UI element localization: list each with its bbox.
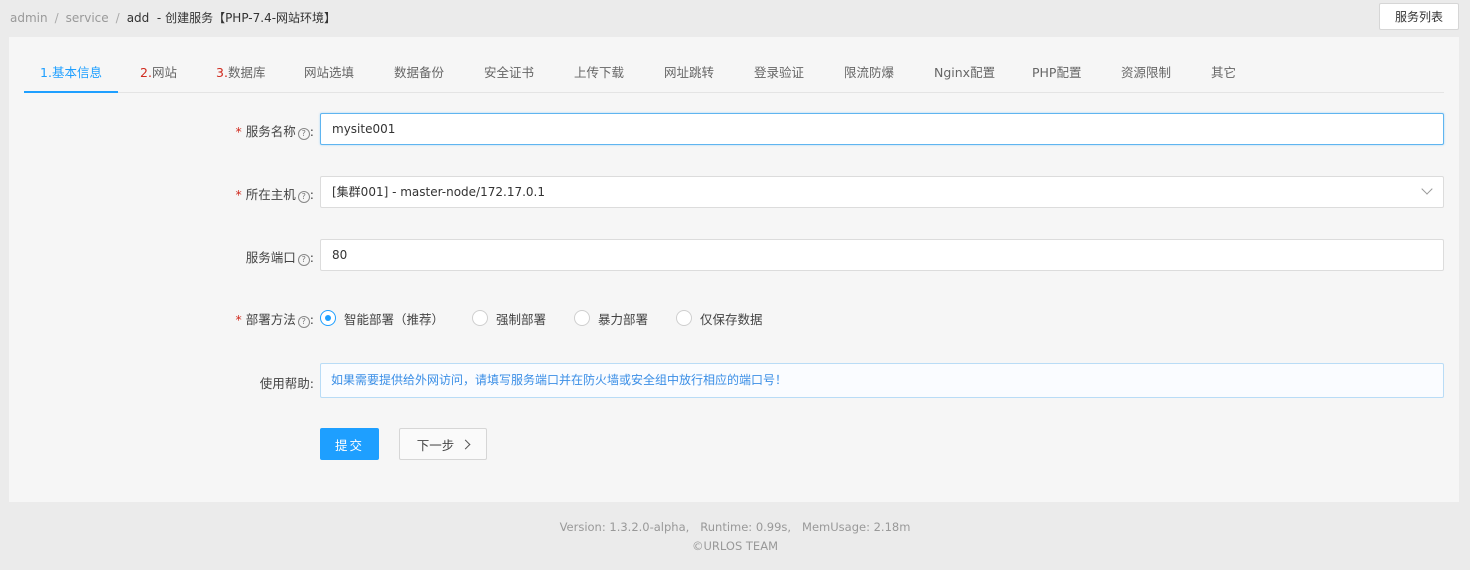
radio-smart-deploy[interactable]: 智能部署（推荐） xyxy=(320,309,444,328)
chevron-right-icon xyxy=(460,439,471,449)
question-icon[interactable]: ? xyxy=(297,128,310,140)
tab-website[interactable]: 2.网站 xyxy=(140,56,177,93)
tab-ssl-certificate[interactable]: 安全证书 xyxy=(484,56,534,93)
breadcrumb-admin[interactable]: admin xyxy=(10,11,48,25)
tab-rate-limit[interactable]: 限流防爆 xyxy=(844,56,894,93)
question-icon[interactable]: ? xyxy=(297,254,310,266)
required-mark: * xyxy=(235,187,242,202)
page-title: - 创建服务【PHP-7.4-网站环境】 xyxy=(156,11,337,25)
radio-checked-icon xyxy=(320,310,336,326)
port-input[interactable]: 80 xyxy=(320,239,1444,271)
footer: Version: 1.3.2.0-alpha, Runtime: 0.99s, … xyxy=(0,518,1470,556)
tab-url-redirect[interactable]: 网址跳转 xyxy=(664,56,714,93)
tab-php-config[interactable]: PHP配置 xyxy=(1032,56,1081,93)
service-list-button[interactable]: 服务列表 xyxy=(1379,3,1459,30)
label-text: 所在主机 xyxy=(245,187,296,202)
top-bar: admin / service / add - 创建服务【PHP-7.4-网站环境】 服… xyxy=(0,0,1470,32)
next-step-button[interactable]: 下一步 xyxy=(399,428,487,460)
radio-label: 强制部署 xyxy=(496,311,547,327)
help-notice: 如果需要提供给外网访问，请填写服务端口并在防火墙或安全组中放行相应的端口号！ xyxy=(320,363,1444,398)
main-panel: 1.基本信息 2.网站 3.数据库 网站选填 数据备份 安全证书 上传下载 网址… xyxy=(9,37,1459,502)
label-text: 服务名称 xyxy=(245,124,296,139)
breadcrumb-current: add xyxy=(126,11,150,25)
tab-database[interactable]: 3.数据库 xyxy=(216,56,265,93)
radio-unchecked-icon xyxy=(472,310,489,326)
question-icon[interactable]: ? xyxy=(297,316,310,328)
tab-basic-info[interactable]: 1.基本信息 xyxy=(24,56,118,93)
tab-login-auth[interactable]: 登录验证 xyxy=(754,56,804,93)
label-text: 部署方法 xyxy=(245,312,296,327)
help-label: 使用帮助: xyxy=(259,376,314,391)
footer-version-info: Version: 1.3.2.0-alpha, Runtime: 0.99s, … xyxy=(559,520,911,534)
breadcrumb: admin / service / add - 创建服务【PHP-7.4-网站环境】 xyxy=(10,9,336,26)
host-select-value: [集群001] - master-node/172.17.0.1 xyxy=(332,185,545,199)
radio-brute-deploy[interactable]: 暴力部署 xyxy=(574,309,648,328)
host-label: * 所在主机?: xyxy=(235,187,314,203)
label-text: 使用帮助 xyxy=(259,376,310,391)
port-label: 服务端口?: xyxy=(245,250,314,266)
label-text: 服务端口 xyxy=(245,250,296,265)
radio-label: 暴力部署 xyxy=(598,311,649,327)
tab-website-optional[interactable]: 网站选填 xyxy=(304,56,354,93)
question-icon[interactable]: ? xyxy=(297,191,310,203)
radio-unchecked-icon xyxy=(676,310,693,326)
required-mark: * xyxy=(235,124,242,139)
tab-label: 数据库 xyxy=(227,65,266,80)
tab-number: 2. xyxy=(140,65,152,80)
required-mark: * xyxy=(235,312,242,327)
submit-button[interactable]: 提交 xyxy=(320,428,379,460)
radio-unchecked-icon xyxy=(574,310,591,326)
tab-upload-download[interactable]: 上传下载 xyxy=(574,56,624,93)
service-name-input[interactable]: mysite001 xyxy=(320,113,1444,145)
tab-number: 1. xyxy=(40,65,52,80)
tab-nginx-config[interactable]: Nginx配置 xyxy=(934,56,995,93)
tab-resource-limit[interactable]: 资源限制 xyxy=(1121,56,1171,93)
breadcrumb-service[interactable]: service xyxy=(66,11,109,25)
radio-save-data-only[interactable]: 仅保存数据 xyxy=(676,309,763,328)
chevron-down-icon xyxy=(1421,183,1433,195)
tab-data-backup[interactable]: 数据备份 xyxy=(394,56,444,93)
tab-other[interactable]: 其它 xyxy=(1211,56,1236,93)
next-step-label: 下一步 xyxy=(416,437,455,453)
radio-force-deploy[interactable]: 强制部署 xyxy=(472,309,546,328)
tab-number: 3. xyxy=(216,65,228,80)
deploy-method-radios: 智能部署（推荐） 强制部署 暴力部署 仅保存数据 xyxy=(320,308,791,328)
breadcrumb-separator: / xyxy=(115,11,120,25)
tab-label: 网站 xyxy=(151,65,177,80)
service-name-label: * 服务名称?: xyxy=(235,124,314,140)
deploy-method-label: * 部署方法?: xyxy=(235,312,314,328)
breadcrumb-separator: / xyxy=(54,11,59,25)
footer-copyright: ©URLOS TEAM xyxy=(692,539,778,553)
radio-label: 仅保存数据 xyxy=(700,311,763,327)
tab-bar: 1.基本信息 2.网站 3.数据库 网站选填 数据备份 安全证书 上传下载 网址… xyxy=(24,56,1444,93)
tab-label: 基本信息 xyxy=(51,65,102,80)
radio-label: 智能部署（推荐） xyxy=(344,311,445,327)
host-select[interactable]: [集群001] - master-node/172.17.0.1 xyxy=(320,176,1444,208)
